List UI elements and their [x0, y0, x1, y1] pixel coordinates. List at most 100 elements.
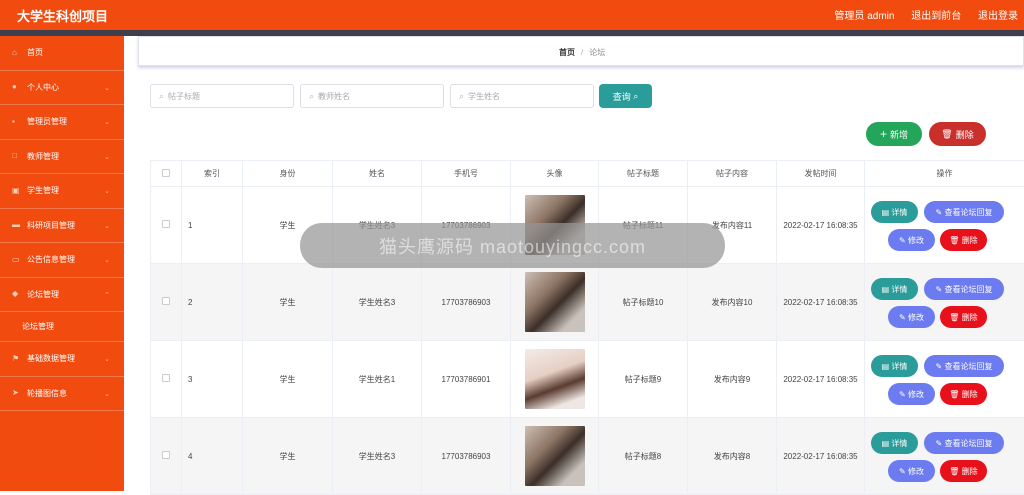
title-cell: 帖子标题10: [599, 264, 688, 341]
add-button[interactable]: +新增: [866, 122, 922, 146]
row-checkbox-cell: [151, 418, 182, 495]
post-title-search-input[interactable]: ⌕ 帖子标题: [150, 84, 294, 108]
delete-button[interactable]: 🗑 删除: [940, 460, 987, 482]
project-icon: ▬: [12, 221, 20, 229]
column-header: 身份: [243, 161, 333, 187]
sidebar-item-project[interactable]: ▬ 科研项目管理 ⌄: [0, 209, 124, 244]
delete-button[interactable]: 🗑 删除: [940, 229, 987, 251]
edit-button-label: 修改: [908, 466, 924, 477]
view-replies-button[interactable]: ✎ 查看论坛回复: [924, 432, 1004, 454]
search-icon: ⌕: [633, 91, 638, 102]
avatar: [525, 426, 585, 486]
teacher-icon: □: [12, 152, 20, 160]
sidebar-item-admin[interactable]: ▪ 管理员管理 ⌄: [0, 105, 124, 140]
teacher-name-placeholder: 教师姓名: [318, 91, 350, 102]
select-all-checkbox[interactable]: [151, 161, 182, 187]
checkbox[interactable]: [162, 374, 170, 382]
student-name-placeholder: 学生姓名: [468, 91, 500, 102]
sidebar-item-label: 论坛管理: [27, 289, 59, 300]
flag-icon: ⚑: [12, 355, 20, 363]
checkbox[interactable]: [162, 169, 170, 177]
batch-delete-button[interactable]: 🗑删除: [929, 122, 986, 146]
send-icon: ➤: [12, 389, 20, 397]
sidebar-item-label: 学生管理: [27, 185, 59, 196]
chevron-down-icon: ⌄: [104, 84, 110, 92]
edit-button-label: 修改: [908, 312, 924, 323]
chevron-up-icon: ⌃: [104, 291, 110, 299]
edit-button[interactable]: ✎ 修改: [888, 460, 935, 482]
delete-button[interactable]: 🗑 删除: [940, 383, 987, 405]
name-cell: 学生姓名1: [333, 341, 422, 418]
chevron-down-icon: ⌄: [104, 256, 110, 264]
batch-delete-label: 删除: [956, 128, 974, 141]
sidebar-item-label: 管理员管理: [27, 116, 67, 127]
column-header: 帖子内容: [688, 161, 777, 187]
delete-button[interactable]: 🗑 删除: [940, 306, 987, 328]
detail-button-label: 详情: [891, 207, 907, 218]
detail-button[interactable]: ▤ 详情: [871, 201, 918, 223]
edit-button[interactable]: ✎ 修改: [888, 229, 935, 251]
search-icon: ⌕: [459, 91, 464, 102]
pencil-icon: ✎: [899, 467, 906, 476]
front-link[interactable]: 退出到前台: [911, 11, 961, 22]
trash-icon: 🗑: [949, 313, 959, 322]
edit-button[interactable]: ✎ 修改: [888, 383, 935, 405]
plus-icon: +: [880, 127, 887, 141]
teacher-name-search-input[interactable]: ⌕ 教师姓名: [300, 84, 444, 108]
student-name-search-input[interactable]: ⌕ 学生姓名: [450, 84, 594, 108]
sidebar-item-profile[interactable]: ● 个人中心 ⌄: [0, 71, 124, 106]
view-replies-label: 查看论坛回复: [944, 361, 992, 372]
index-cell: 1: [182, 187, 243, 264]
sidebar-item-teacher[interactable]: □ 教师管理 ⌄: [0, 140, 124, 175]
sidebar-item-student[interactable]: ▣ 学生管理 ⌄: [0, 174, 124, 209]
sidebar-item-notice[interactable]: ▭ 公告信息管理 ⌄: [0, 243, 124, 278]
edit-button[interactable]: ✎ 修改: [888, 306, 935, 328]
logout-link[interactable]: 退出登录: [978, 11, 1018, 22]
column-header: 手机号: [422, 161, 511, 187]
checkbox[interactable]: [162, 297, 170, 305]
sidebar-item-base-data[interactable]: ⚑ 基础数据管理 ⌄: [0, 342, 124, 377]
sidebar-item-carousel[interactable]: ➤ 轮播图信息 ⌄: [0, 377, 124, 412]
row-checkbox-cell: [151, 264, 182, 341]
sidebar-item-forum[interactable]: ◆ 论坛管理 ⌃: [0, 278, 124, 313]
view-replies-label: 查看论坛回复: [944, 207, 992, 218]
trash-icon: 🗑: [949, 236, 959, 245]
delete-button-label: 删除: [962, 235, 978, 246]
breadcrumb-separator: /: [581, 48, 583, 57]
detail-button-label: 详情: [891, 284, 907, 295]
user-label: 管理员 admin: [834, 11, 894, 22]
detail-button[interactable]: ▤ 详情: [871, 432, 918, 454]
view-replies-button[interactable]: ✎ 查看论坛回复: [924, 278, 1004, 300]
row-checkbox-cell: [151, 187, 182, 264]
view-replies-label: 查看论坛回复: [944, 438, 992, 449]
index-cell: 3: [182, 341, 243, 418]
time-cell: 2022-02-17 16:08:35: [777, 187, 865, 264]
row-checkbox-cell: [151, 341, 182, 418]
avatar: [525, 272, 585, 332]
query-button[interactable]: 查询 ⌕: [599, 84, 652, 108]
checkbox[interactable]: [162, 451, 170, 459]
sidebar-item-label: 轮播图信息: [27, 388, 67, 399]
sidebar-item-label: 个人中心: [27, 82, 59, 93]
content-cell: 发布内容9: [688, 341, 777, 418]
content-cell: 发布内容8: [688, 418, 777, 495]
detail-button[interactable]: ▤ 详情: [871, 355, 918, 377]
view-replies-button[interactable]: ✎ 查看论坛回复: [924, 201, 1004, 223]
checkbox[interactable]: [162, 220, 170, 228]
view-replies-button[interactable]: ✎ 查看论坛回复: [924, 355, 1004, 377]
watermark-overlay: 猫头鹰源码 maotouyingcc.com: [300, 223, 725, 268]
sidebar-subitem-forum-manage[interactable]: 论坛管理: [0, 312, 124, 342]
chevron-down-icon: ⌄: [104, 355, 110, 363]
pencil-icon: ✎: [899, 390, 906, 399]
name-cell: 学生姓名3: [333, 418, 422, 495]
notice-icon: ▭: [12, 256, 20, 264]
top-header: 大学生科创项目 管理员 admin 退出到前台 退出登录: [0, 0, 1024, 30]
detail-button[interactable]: ▤ 详情: [871, 278, 918, 300]
breadcrumb-home[interactable]: 首页: [559, 48, 575, 57]
detail-icon: ▤: [882, 285, 890, 294]
detail-button-label: 详情: [891, 361, 907, 372]
row-actions: ▤ 详情 ✎ 查看论坛回复 ✎ 修改 🗑 删除: [865, 349, 1024, 409]
role-cell: 学生: [243, 264, 333, 341]
sidebar-item-home[interactable]: ⌂ 首页: [0, 36, 124, 71]
phone-cell: 17703786901: [422, 341, 511, 418]
